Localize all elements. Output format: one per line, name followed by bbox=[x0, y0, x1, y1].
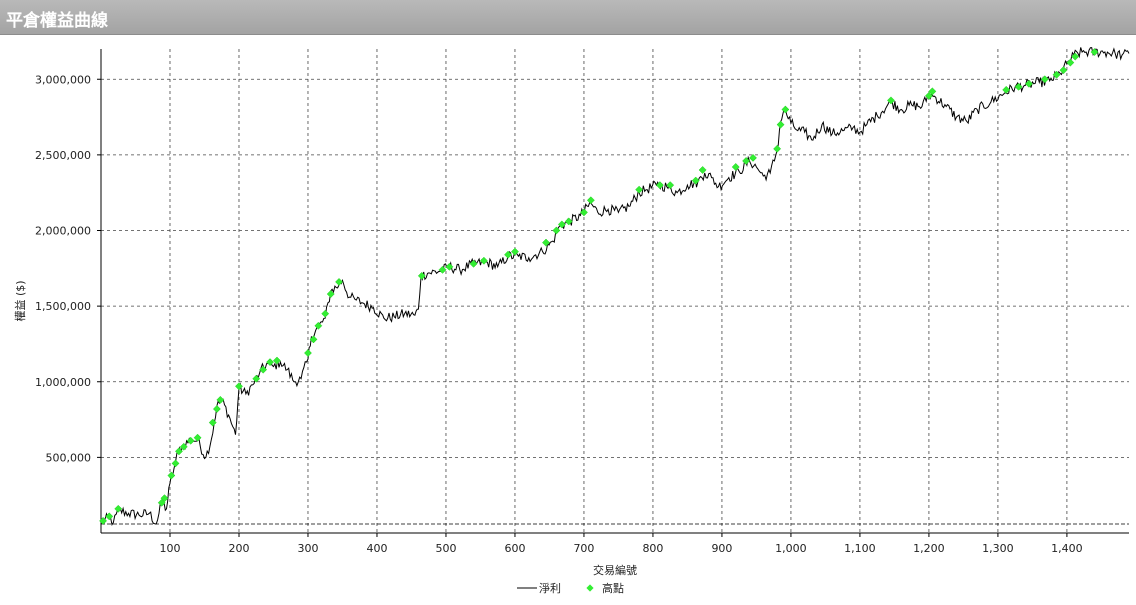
x-tick-label: 1,300 bbox=[982, 542, 1014, 555]
peak-marker bbox=[335, 277, 343, 286]
peak-marker bbox=[504, 250, 513, 259]
peak-marker bbox=[586, 196, 595, 205]
x-tick-label: 1,400 bbox=[1051, 542, 1083, 555]
peak-marker bbox=[773, 144, 782, 153]
peak-marker bbox=[314, 321, 323, 330]
legend: 淨利 高點 bbox=[517, 581, 624, 595]
peak-marker bbox=[272, 356, 281, 365]
x-tick-label: 1,000 bbox=[775, 542, 807, 555]
x-tick-label: 1,100 bbox=[844, 542, 876, 555]
y-tick-label: 500,000 bbox=[46, 451, 92, 464]
peak-marker bbox=[749, 153, 757, 162]
peak-marker bbox=[171, 459, 180, 468]
grid bbox=[101, 49, 1129, 533]
x-tick-label: 200 bbox=[228, 542, 249, 555]
peak-marker bbox=[167, 471, 176, 480]
x-tick-label: 100 bbox=[159, 542, 180, 555]
x-tick-label: 800 bbox=[642, 542, 663, 555]
tick-labels: 100 200 300 400 500 600 700 800 900 1,000 1,100 1,2… bbox=[35, 73, 1083, 555]
x-axis-label: 交易編號 bbox=[593, 563, 637, 577]
equity-chart: 100 200 300 400 500 600 700 800 900 1,000 1,100 1,2… bbox=[13, 47, 1130, 595]
peak-marker bbox=[1059, 66, 1068, 75]
y-tick-label: 3,000,000 bbox=[35, 73, 91, 86]
legend-marker-swatch bbox=[586, 584, 594, 592]
y-tick-label: 1,000,000 bbox=[35, 376, 91, 389]
peak-marker bbox=[304, 349, 312, 357]
chart-window-header: 平倉權益曲線 bbox=[0, 0, 1136, 35]
axes bbox=[97, 49, 1129, 537]
x-tick-label: 500 bbox=[435, 542, 456, 555]
legend-line-label: 淨利 bbox=[539, 582, 561, 595]
peak-marker bbox=[552, 226, 561, 235]
peak-marker bbox=[321, 309, 330, 318]
y-tick-label: 1,500,000 bbox=[35, 300, 91, 313]
x-tick-label: 1,200 bbox=[913, 542, 945, 555]
peak-marker bbox=[266, 358, 274, 367]
window-title: 平倉權益曲線 bbox=[6, 11, 108, 31]
x-tick-label: 900 bbox=[711, 542, 732, 555]
legend-marker-label: 高點 bbox=[602, 581, 624, 595]
y-axis-label: 權益 ($) bbox=[13, 280, 27, 321]
peak-marker bbox=[776, 120, 785, 129]
peak-marker bbox=[438, 265, 447, 274]
series-net-profit-line bbox=[100, 47, 1130, 527]
x-tick-label: 300 bbox=[297, 542, 318, 555]
peak-marker bbox=[691, 176, 700, 185]
peak-marker bbox=[193, 433, 202, 442]
y-tick-label: 2,000,000 bbox=[35, 225, 91, 238]
plot-area bbox=[99, 47, 1130, 527]
peak-marker bbox=[212, 405, 221, 413]
peak-marker bbox=[1066, 58, 1075, 67]
x-tick-label: 700 bbox=[573, 542, 594, 555]
peak-marker bbox=[635, 185, 644, 194]
peak-marker bbox=[698, 166, 707, 174]
x-tick-label: 400 bbox=[366, 542, 387, 555]
x-tick-label: 600 bbox=[504, 542, 525, 555]
y-tick-label: 2,500,000 bbox=[35, 149, 91, 162]
